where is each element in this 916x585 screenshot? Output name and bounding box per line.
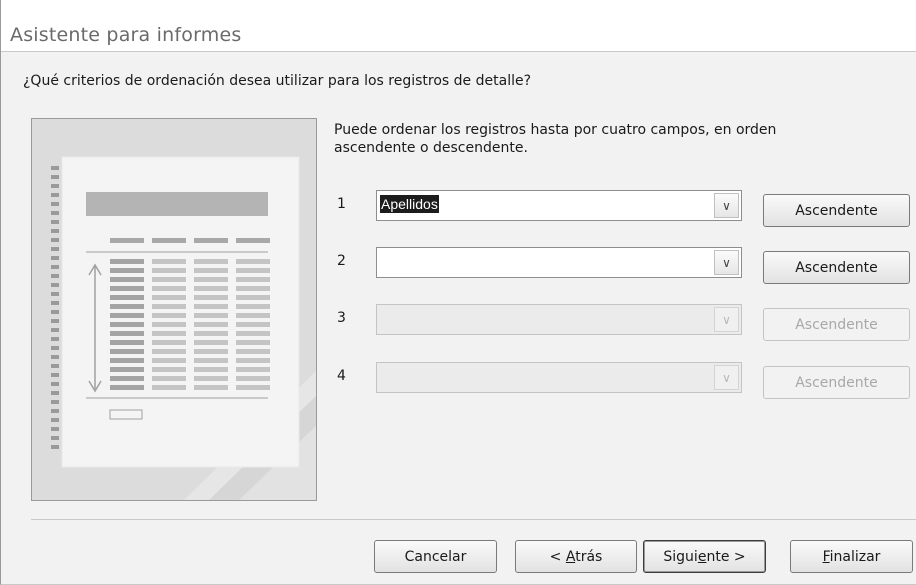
sort-row-number: 1 <box>337 196 346 212</box>
sort-field-combobox-4[interactable]: ∨ <box>376 362 742 393</box>
instructions-text: Puede ordenar los registros hasta por cu… <box>334 122 777 156</box>
sort-order-label: Ascendente <box>795 316 878 333</box>
sort-field-combobox-1[interactable]: Apellidos ∨ <box>376 190 742 221</box>
sort-row-number: 3 <box>337 310 346 326</box>
sort-order-button-1[interactable]: Ascendente <box>763 194 910 227</box>
cancel-button[interactable]: Cancelar <box>374 540 497 573</box>
wizard-question: ¿Qué criterios de ordenación desea utili… <box>23 73 532 89</box>
sort-row-number: 4 <box>337 368 346 384</box>
window-title: Asistente para informes <box>10 24 242 46</box>
sort-order-label: Ascendente <box>795 259 878 276</box>
back-button[interactable]: < Atrás <box>515 540 637 573</box>
chevron-down-icon[interactable]: ∨ <box>714 250 739 275</box>
sort-field-combobox-2[interactable]: ∨ <box>376 247 742 278</box>
sort-row-number: 2 <box>337 253 346 269</box>
chevron-down-icon[interactable]: ∨ <box>714 365 739 390</box>
title-bar: Asistente para informes <box>1 0 916 52</box>
sort-order-label: Ascendente <box>795 202 878 219</box>
title-separator <box>1 51 916 52</box>
sort-field-value: Apellidos <box>380 195 439 213</box>
chevron-down-icon[interactable]: ∨ <box>714 193 739 218</box>
sort-order-button-4[interactable]: Ascendente <box>763 366 910 399</box>
sort-order-button-3[interactable]: Ascendente <box>763 308 910 341</box>
chevron-down-icon[interactable]: ∨ <box>714 307 739 332</box>
sort-order-button-2[interactable]: Ascendente <box>763 251 910 284</box>
sort-order-label: Ascendente <box>795 374 878 391</box>
next-button[interactable]: Siguiente > <box>643 540 766 573</box>
report-wizard-dialog: Asistente para informes ¿Qué criterios d… <box>0 0 916 585</box>
footer-separator <box>31 519 916 520</box>
sort-field-combobox-3[interactable]: ∨ <box>376 304 742 335</box>
sort-illustration <box>31 118 317 501</box>
finish-button[interactable]: Finalizar <box>790 540 913 573</box>
